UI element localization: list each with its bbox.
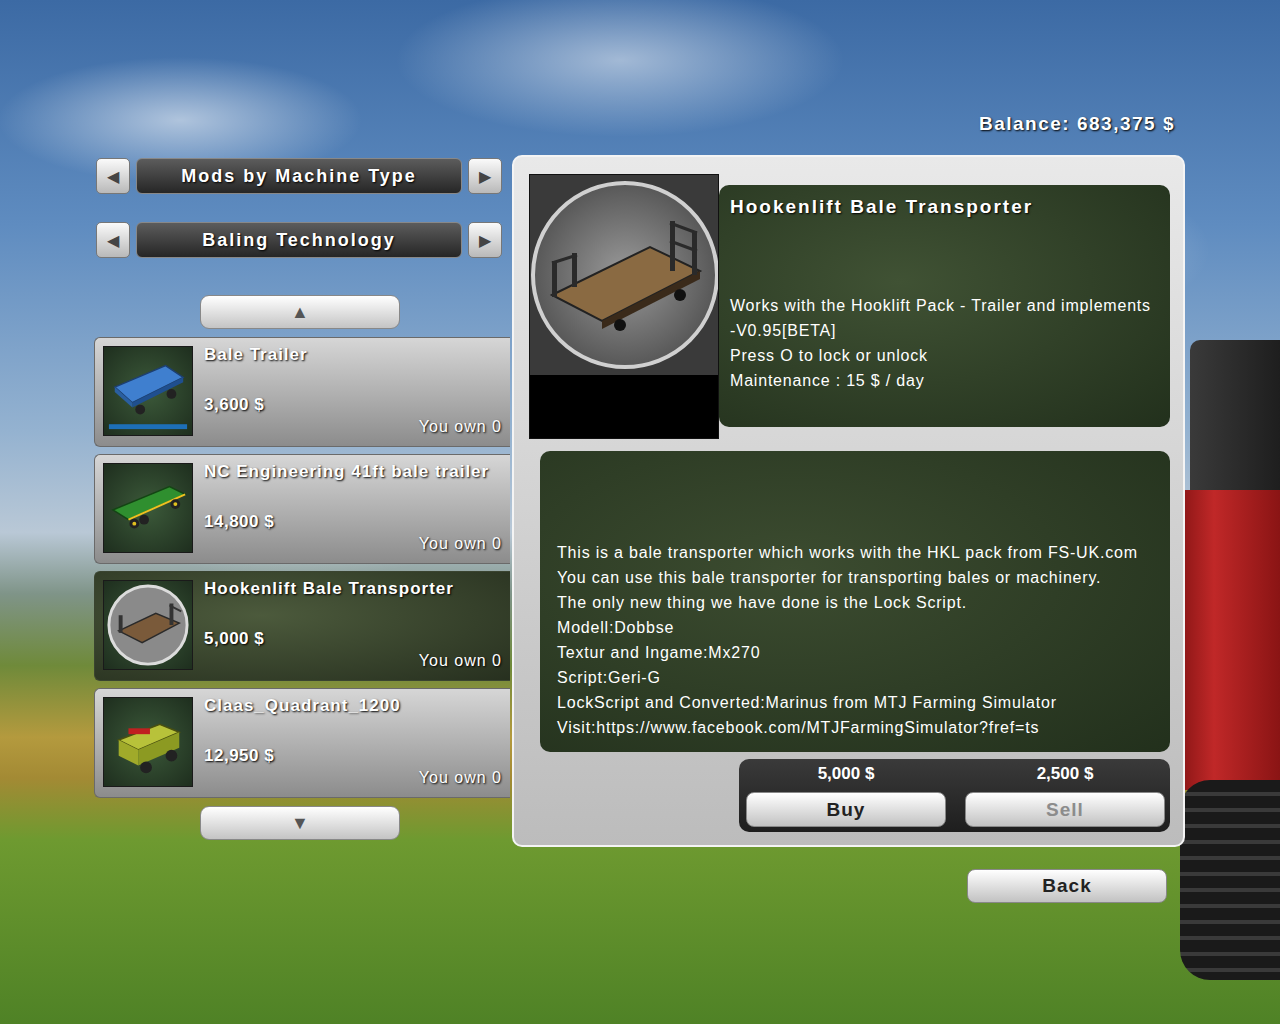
item-thumbnail	[103, 580, 193, 670]
item-thumbnail	[103, 463, 193, 553]
detail-panel: Hookenlift Bale Transporter Works with th…	[512, 155, 1185, 847]
buy-price: 5,000 $	[818, 761, 875, 787]
item-price: 5,000 $	[204, 628, 510, 650]
shop-main: ◀Mods by Machine Type▶◀Baling Technology…	[94, 155, 1185, 847]
next-button[interactable]: ▶	[468, 222, 502, 258]
item-title: NC Engineering 41ft bale trailer	[204, 460, 510, 484]
item-list: Bale Trailer3,600 $You own 0NC Engineeri…	[94, 337, 510, 798]
item-thumbnail	[103, 346, 193, 436]
back-button[interactable]: Back	[967, 869, 1167, 903]
info-box: Hookenlift Bale Transporter Works with th…	[719, 185, 1170, 427]
sell-price: 2,500 $	[1037, 761, 1094, 787]
item-title: Hookenlift Bale Transporter	[204, 577, 510, 601]
item-text: Claas_Quadrant_1200 12,950 $You own 0	[204, 697, 510, 789]
description-line: This is a bale transporter which works w…	[557, 540, 1153, 565]
selector-label: Mods by Machine Type	[136, 158, 462, 194]
info-line: Works with the Hooklift Pack - Trailer a…	[730, 293, 1158, 343]
description-box: This is a bale transporter which works w…	[540, 451, 1170, 752]
left-column: ◀Mods by Machine Type▶◀Baling Technology…	[94, 155, 510, 840]
category-selector: ◀Mods by Machine Type▶	[96, 158, 502, 194]
preview-picture	[530, 175, 718, 375]
item-owned: You own 0	[204, 767, 510, 789]
item-row[interactable]: Hookenlift Bale Transporter 5,000 $You ow…	[94, 571, 510, 681]
info-line: Maintenance : 15 $ / day	[730, 368, 1158, 393]
buy-column: 5,000 $ Buy	[746, 761, 946, 827]
bale-transporter-icon	[530, 175, 718, 375]
next-button[interactable]: ▶	[468, 158, 502, 194]
info-lines: Works with the Hooklift Pack - Trailer a…	[730, 293, 1158, 393]
description-line: You can use this bale transporter for tr…	[557, 565, 1153, 590]
prev-button[interactable]: ◀	[96, 158, 130, 194]
preview-image	[529, 174, 719, 439]
item-title: Claas_Quadrant_1200	[204, 694, 510, 718]
buy-button[interactable]: Buy	[746, 792, 946, 827]
detail-header: Hookenlift Bale Transporter Works with th…	[529, 174, 1170, 439]
item-owned: You own 0	[204, 416, 510, 438]
description-line: LockScript and Converted:Marinus from MT…	[557, 690, 1153, 715]
item-text: Bale Trailer 3,600 $You own 0	[204, 346, 510, 438]
scroll-down-button[interactable]: ▼	[200, 806, 400, 840]
category-selector: ◀Baling Technology▶	[96, 222, 502, 258]
scroll-up-button[interactable]: ▲	[200, 295, 400, 329]
item-price: 3,600 $	[204, 394, 510, 416]
shop-screen: Balance: 683,375 $ ◀Mods by Machine Type▶…	[0, 0, 1280, 1024]
item-title: Bale Trailer	[204, 343, 510, 367]
tractor-cab	[1190, 340, 1280, 490]
item-row[interactable]: Claas_Quadrant_1200 12,950 $You own 0	[94, 688, 510, 798]
item-thumbnail	[103, 697, 193, 787]
detail-title: Hookenlift Bale Transporter	[730, 195, 1158, 219]
baler-icon	[105, 699, 191, 785]
selector-label: Baling Technology	[136, 222, 462, 258]
item-owned: You own 0	[204, 650, 510, 672]
back-row: Back	[94, 869, 1185, 903]
item-owned: You own 0	[204, 533, 510, 555]
blue-trailer-icon	[105, 348, 191, 434]
item-text: Hookenlift Bale Transporter 5,000 $You ow…	[204, 580, 510, 672]
item-text: NC Engineering 41ft bale trailer 14,800 $…	[204, 463, 510, 555]
description-line: Modell:Dobbse	[557, 615, 1153, 640]
trade-bar: 5,000 $ Buy 2,500 $ Sell	[739, 759, 1170, 832]
prev-button[interactable]: ◀	[96, 222, 130, 258]
item-row[interactable]: Bale Trailer 3,600 $You own 0	[94, 337, 510, 447]
description-line: Script:Geri-G	[557, 665, 1153, 690]
description-line: Visit:https://www.facebook.com/MTJFarmin…	[557, 715, 1153, 740]
description-line: The only new thing we have done is the L…	[557, 590, 1153, 615]
tractor-body	[1170, 490, 1280, 790]
description-line: Textur and Ingame:Mx270	[557, 640, 1153, 665]
balance-row: Balance: 683,375 $	[94, 110, 1185, 138]
info-line: Press O to lock or unlock	[730, 343, 1158, 368]
tractor-track	[1180, 780, 1280, 980]
item-price: 12,950 $	[204, 745, 510, 767]
sell-button[interactable]: Sell	[965, 792, 1165, 827]
flatbed-logo-icon	[105, 582, 191, 668]
item-row[interactable]: NC Engineering 41ft bale trailer 14,800 $…	[94, 454, 510, 564]
sell-column: 2,500 $ Sell	[965, 761, 1165, 827]
balance: Balance: 683,375 $	[979, 110, 1175, 138]
item-price: 14,800 $	[204, 511, 510, 533]
green-trailer-icon	[105, 465, 191, 551]
